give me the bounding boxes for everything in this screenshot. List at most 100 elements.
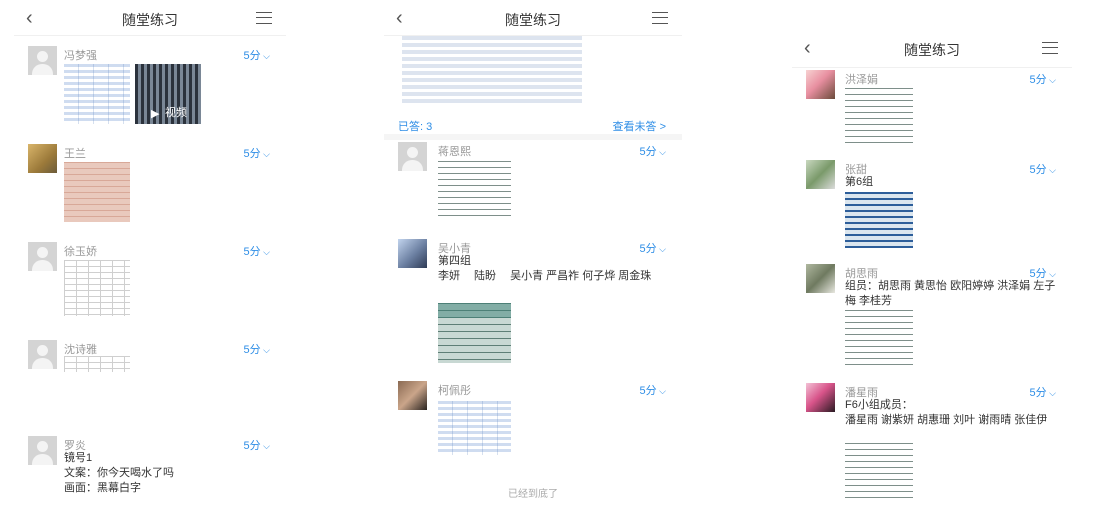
answer-item[interactable]: 罗炎 5分 ⌵ 镜号1 文案：你今天喝水了吗 画面：黑幕白字 xyxy=(14,436,286,510)
chevron-down-icon: ⌵ xyxy=(1046,165,1056,175)
answer-item[interactable]: 潘星雨 5分 ⌵ F6小组成员： 潘星雨 谢紫妍 胡惠珊 刘叶 谢雨晴 张佳伊 xyxy=(792,383,1072,508)
answer-text: 镜号1 文案：你今天喝水了吗 画面：黑幕白字 xyxy=(64,451,272,496)
answer-item[interactable]: 洪泽娟 5分 ⌵ xyxy=(792,70,1072,150)
score-dropdown[interactable]: 5分 ⌵ xyxy=(640,382,666,398)
score-label: 5分 xyxy=(243,50,261,62)
score-label: 5分 xyxy=(243,246,261,258)
student-name: 冯梦强 xyxy=(64,50,97,62)
student-name: 洪泽娟 xyxy=(845,74,878,86)
answer-item[interactable]: 沈诗雅 5分 ⌵ xyxy=(14,338,286,428)
avatar xyxy=(398,142,427,171)
chevron-down-icon: ⌵ xyxy=(260,51,270,61)
chevron-down-icon: ⌵ xyxy=(1046,388,1056,398)
score-label: 5分 xyxy=(639,385,657,397)
question-image[interactable] xyxy=(402,36,582,104)
menu-icon[interactable] xyxy=(256,12,272,24)
page-title: 随堂练习 xyxy=(122,12,178,28)
answer-image[interactable] xyxy=(845,88,913,144)
answered-count: 已答: 3 xyxy=(398,121,433,133)
score-dropdown[interactable]: 5分 ⌵ xyxy=(244,145,270,161)
avatar xyxy=(806,383,835,412)
nav-bar: ‹ 随堂练习 xyxy=(384,0,682,36)
chevron-down-icon: ⌵ xyxy=(1046,75,1056,85)
screen-middle: ‹ 随堂练习 已答: 3 查看未答 > 蒋恩熙 5分 ⌵ 吴小青 5分 ⌵ 第四… xyxy=(384,0,682,510)
answer-item[interactable]: 柯佩彤 5分 ⌵ xyxy=(384,381,682,471)
answer-text: 组员：胡思雨 黄思怡 欧阳婷婷 洪泽娟 左子梅 李桂芳 xyxy=(845,279,1058,309)
chevron-down-icon: ⌵ xyxy=(260,247,270,257)
answer-item[interactable]: 张甜 5分 ⌵ 第6组 xyxy=(792,160,1072,255)
answer-line: 组员：胡思雨 黄思怡 欧阳婷婷 洪泽娟 左子梅 李桂芳 xyxy=(845,280,1056,307)
view-unanswered-link[interactable]: 查看未答 > xyxy=(613,118,666,134)
score-label: 5分 xyxy=(1029,74,1047,86)
score-label: 5分 xyxy=(639,146,657,158)
answer-text: 第四组 李妍 陆盼 吴小青 严昌祚 何子烨 周金珠 xyxy=(438,254,670,284)
answer-line: 文案：你今天喝水了吗 xyxy=(64,467,174,479)
answer-item[interactable]: 胡思雨 5分 ⌵ 组员：胡思雨 黄思怡 欧阳婷婷 洪泽娟 左子梅 李桂芳 xyxy=(792,264,1072,374)
avatar xyxy=(398,381,427,410)
divider xyxy=(384,134,682,140)
chevron-down-icon: ⌵ xyxy=(1046,269,1056,279)
answer-image[interactable] xyxy=(64,356,130,372)
nav-bar: ‹ 随堂练习 xyxy=(792,30,1072,68)
avatar xyxy=(28,144,57,173)
answer-line: 镜号1 xyxy=(64,452,93,464)
answer-image[interactable] xyxy=(845,192,913,248)
chevron-down-icon: ⌵ xyxy=(260,441,270,451)
answer-item[interactable]: 吴小青 5分 ⌵ 第四组 李妍 陆盼 吴小青 严昌祚 何子烨 周金珠 xyxy=(384,239,682,369)
answer-line: 第6组 xyxy=(845,176,874,188)
screen-right: ‹ 随堂练习 洪泽娟 5分 ⌵ 张甜 5分 ⌵ 第6组 胡思雨 5分 ⌵ 组员：… xyxy=(792,30,1072,508)
answer-image[interactable] xyxy=(64,260,130,316)
avatar xyxy=(398,239,427,268)
avatar xyxy=(28,242,57,271)
answer-item[interactable]: 王兰 5分 ⌵ xyxy=(14,142,286,232)
answer-image[interactable] xyxy=(438,401,511,455)
answer-image[interactable] xyxy=(64,64,130,124)
avatar xyxy=(806,264,835,293)
score-dropdown[interactable]: 5分 ⌵ xyxy=(244,47,270,63)
answer-image[interactable] xyxy=(845,310,913,366)
answer-item[interactable]: 冯梦强 5分 ⌵ ▶ 视频 xyxy=(14,44,286,134)
answer-text: 第6组 xyxy=(845,175,1058,190)
answer-image[interactable] xyxy=(438,303,511,363)
answer-line: 画面：黑幕白字 xyxy=(64,482,141,494)
avatar xyxy=(806,70,835,99)
answer-line: 潘星雨 谢紫妍 胡惠珊 刘叶 谢雨晴 张佳伊 xyxy=(845,414,1048,426)
answer-text: F6小组成员： 潘星雨 谢紫妍 胡惠珊 刘叶 谢雨晴 张佳伊 xyxy=(845,398,1058,428)
score-label: 5分 xyxy=(243,344,261,356)
answer-line: F6小组成员： xyxy=(845,399,913,411)
chevron-down-icon: ⌵ xyxy=(260,149,270,159)
chevron-down-icon: ⌵ xyxy=(260,345,270,355)
student-name: 蒋恩熙 xyxy=(438,146,471,158)
chevron-down-icon: ⌵ xyxy=(656,147,666,157)
score-dropdown[interactable]: 5分 ⌵ xyxy=(244,243,270,259)
video-label: 视频 xyxy=(165,107,187,119)
score-dropdown[interactable]: 5分 ⌵ xyxy=(1030,71,1056,87)
page-title: 随堂练习 xyxy=(505,12,561,28)
score-dropdown[interactable]: 5分 ⌵ xyxy=(640,143,666,159)
screen-left: ‹ 随堂练习 冯梦强 5分 ⌵ ▶ 视频 王兰 5分 ⌵ 徐玉娇 5分 ⌵ 沈诗… xyxy=(14,0,286,510)
chevron-down-icon: ⌵ xyxy=(656,386,666,396)
avatar xyxy=(28,340,57,369)
video-play-icon: ▶ xyxy=(151,108,160,120)
menu-icon[interactable] xyxy=(1042,42,1058,54)
avatar xyxy=(28,436,57,465)
avatar xyxy=(28,46,57,75)
answer-item[interactable]: 蒋恩熙 5分 ⌵ xyxy=(384,142,682,232)
menu-icon[interactable] xyxy=(652,12,668,24)
student-name: 王兰 xyxy=(64,148,86,160)
student-name: 沈诗雅 xyxy=(64,344,97,356)
answer-image[interactable] xyxy=(64,162,130,222)
page-title: 随堂练习 xyxy=(904,42,960,58)
nav-bar: ‹ 随堂练习 xyxy=(14,0,286,36)
avatar xyxy=(806,160,835,189)
score-label: 5分 xyxy=(243,148,261,160)
student-name: 徐玉娇 xyxy=(64,246,97,258)
answer-line: 李妍 陆盼 吴小青 严昌祚 何子烨 周金珠 xyxy=(438,270,652,282)
answer-image[interactable] xyxy=(845,443,913,499)
chevron-down-icon: ⌵ xyxy=(656,244,666,254)
answer-item[interactable]: 徐玉娇 5分 ⌵ xyxy=(14,240,286,330)
answer-video[interactable]: ▶ 视频 xyxy=(135,64,201,124)
answer-image[interactable] xyxy=(438,161,511,221)
score-dropdown[interactable]: 5分 ⌵ xyxy=(244,341,270,357)
student-name: 柯佩彤 xyxy=(438,385,471,397)
